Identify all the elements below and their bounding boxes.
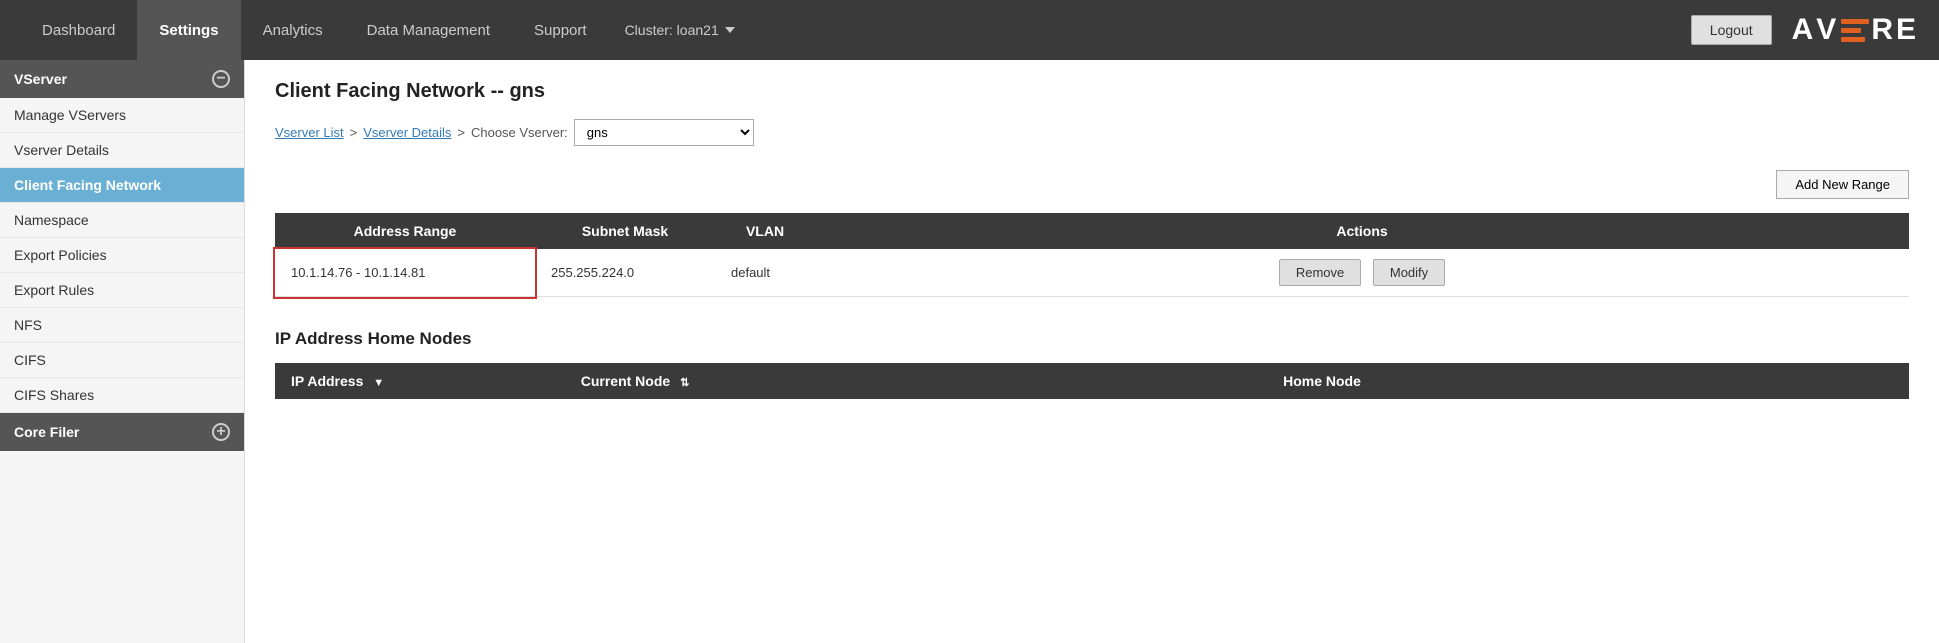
col-current-node: Current Node ⇅ [535, 363, 735, 399]
sidebar-item-nfs[interactable]: NFS [0, 308, 244, 343]
col-home-node: Home Node [735, 363, 1909, 399]
modify-button[interactable]: Modify [1373, 259, 1445, 286]
current-node-sort-icon[interactable]: ⇅ [680, 377, 689, 389]
logo-text-r: R [1871, 13, 1896, 47]
col-subnet-mask: Subnet Mask [535, 213, 715, 249]
address-range-table: Address Range Subnet Mask VLAN Actions 1… [275, 213, 1909, 297]
content-area: Client Facing Network -- gns Vserver Lis… [245, 60, 1939, 643]
logo-accent-bars [1841, 19, 1869, 42]
ip-address-table: IP Address ▼ Current Node ⇅ Home Node [275, 363, 1909, 399]
col-vlan: VLAN [715, 213, 815, 249]
tab-dashboard[interactable]: Dashboard [20, 0, 137, 60]
cell-subnet-mask: 255.255.224.0 [535, 249, 715, 297]
sidebar-item-namespace[interactable]: Namespace [0, 203, 244, 238]
page-title: Client Facing Network -- gns [275, 80, 1909, 103]
cell-actions: Remove Modify [815, 249, 1909, 297]
col-ip-address: IP Address ▼ [275, 363, 535, 399]
vserver-label: VServer [14, 71, 67, 87]
sidebar-item-export-policies[interactable]: Export Policies [0, 238, 244, 273]
cell-address-range: 10.1.14.76 - 10.1.14.81 [275, 249, 535, 297]
tab-analytics[interactable]: Analytics [241, 0, 345, 60]
top-bar: Dashboard Settings Analytics Data Manage… [0, 0, 1939, 60]
add-range-container: Add New Range [275, 170, 1909, 213]
breadcrumb: Vserver List > Vserver Details > Choose … [275, 119, 1909, 146]
vserver-dropdown[interactable]: gns [574, 119, 754, 146]
tab-settings[interactable]: Settings [137, 0, 240, 60]
vserver-section-header: VServer − [0, 60, 244, 98]
col-actions: Actions [815, 213, 1909, 249]
sidebar-item-cifs-shares[interactable]: CIFS Shares [0, 378, 244, 413]
sidebar-item-export-rules[interactable]: Export Rules [0, 273, 244, 308]
vserver-collapse-icon[interactable]: − [212, 70, 230, 88]
cluster-dropdown-arrow [725, 27, 735, 33]
breadcrumb-sep2: > [457, 125, 465, 140]
sidebar-item-manage-vservers[interactable]: Manage VServers [0, 98, 244, 133]
logo-text-v: V [1816, 13, 1839, 47]
avere-logo: A V R E [1792, 13, 1919, 47]
add-new-range-button[interactable]: Add New Range [1776, 170, 1909, 199]
ip-section-title: IP Address Home Nodes [275, 329, 1909, 349]
breadcrumb-sep1: > [350, 125, 358, 140]
logout-button[interactable]: Logout [1691, 15, 1772, 45]
ip-sort-icon[interactable]: ▼ [373, 377, 384, 389]
top-bar-right: Logout A V R E [1691, 13, 1919, 47]
cluster-selector[interactable]: Cluster: loan21 [609, 22, 751, 38]
cell-vlan: default [715, 249, 815, 297]
tab-data-management[interactable]: Data Management [345, 0, 512, 60]
breadcrumb-vserver-details[interactable]: Vserver Details [363, 125, 451, 140]
sidebar: VServer − Manage VServers Vserver Detail… [0, 60, 245, 643]
remove-button[interactable]: Remove [1279, 259, 1361, 286]
sidebar-item-vserver-details[interactable]: Vserver Details [0, 133, 244, 168]
col-address-range: Address Range [275, 213, 535, 249]
breadcrumb-vserver-list[interactable]: Vserver List [275, 125, 344, 140]
core-filer-label: Core Filer [14, 424, 79, 440]
logo-text-a: A [1792, 13, 1817, 47]
core-filer-expand-icon[interactable]: + [212, 423, 230, 441]
logo-text-e: E [1896, 13, 1919, 47]
table-row: 10.1.14.76 - 10.1.14.81 255.255.224.0 de… [275, 249, 1909, 297]
sidebar-item-cifs[interactable]: CIFS [0, 343, 244, 378]
sidebar-item-client-facing-network[interactable]: Client Facing Network [0, 168, 244, 203]
choose-vserver-label: Choose Vserver: [471, 125, 568, 140]
core-filer-section-header: Core Filer + [0, 413, 244, 451]
main-layout: VServer − Manage VServers Vserver Detail… [0, 60, 1939, 643]
tab-support[interactable]: Support [512, 0, 609, 60]
nav-tabs: Dashboard Settings Analytics Data Manage… [20, 0, 751, 60]
vserver-select-container: Choose Vserver: gns [471, 119, 754, 146]
cluster-label: Cluster: loan21 [625, 22, 719, 38]
